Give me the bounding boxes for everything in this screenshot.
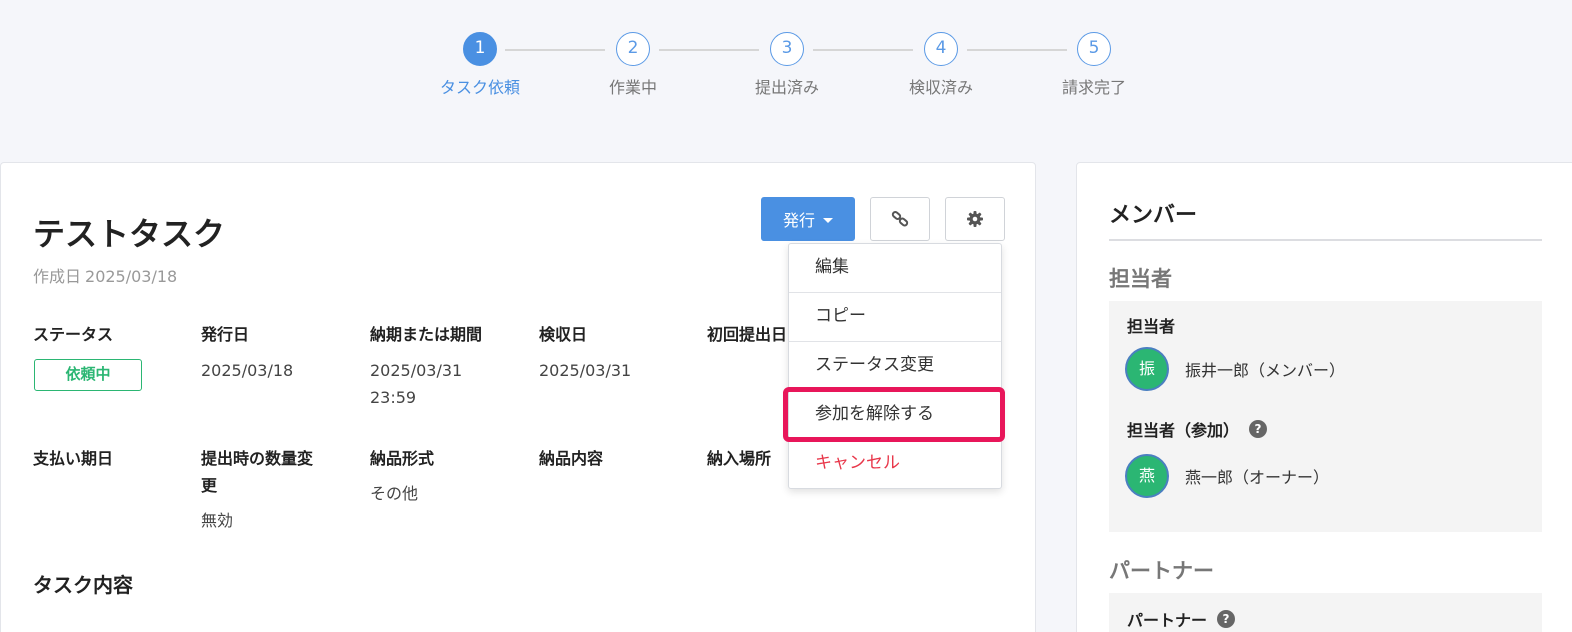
issue-dropdown-menu: 編集 コピー ステータス変更 参加を解除する キャンセル [788, 243, 1002, 489]
assignee-label: 担当者 [1127, 313, 1175, 337]
issued-value: 2025/03/18 [201, 361, 294, 380]
menu-item-cancel[interactable]: キャンセル [789, 440, 1001, 489]
assignee-label-text: 担当者 [1127, 317, 1176, 336]
caret-down-icon [823, 217, 833, 223]
issue-button[interactable]: 発行 [761, 197, 855, 241]
delivery-format-value: その他 [370, 484, 419, 503]
delivery-format-label: 納品形式 [370, 449, 435, 468]
participant-label-text: 担当者（参加） [1127, 421, 1240, 440]
step-label: 請求完了 [1061, 78, 1126, 97]
help-icon[interactable]: ? [1249, 420, 1268, 438]
inspection-value: 2025/03/31 [539, 361, 632, 380]
qty-change-label-line2: 更 [201, 476, 218, 495]
help-icon[interactable]: ? [1217, 610, 1236, 628]
qty-change-label-line1: 提出時の数量変 [201, 449, 314, 468]
payment-label: 支払い期日 [33, 449, 114, 468]
partner-label: パートナー ? [1127, 607, 1236, 631]
menu-item-leave[interactable]: 参加を解除する [789, 391, 1001, 440]
assignee-panel: 担当者 振 振井一郎（メンバー） 担当者（参加） ? 燕 燕一郎（オーナー） [1109, 301, 1542, 532]
menu-item-change-status[interactable]: ステータス変更 [789, 342, 1001, 391]
inspection-label: 検収日 [539, 325, 588, 344]
step-inspected: 4 検収済み [881, 32, 1001, 98]
divider [1109, 239, 1542, 241]
created-label: 作成日 [33, 267, 82, 286]
partner-heading: パートナー [1109, 559, 1214, 583]
menu-item-edit[interactable]: 編集 [789, 244, 1001, 293]
step-number: 1 [463, 32, 497, 66]
member-name: 燕一郎（オーナー） [1185, 468, 1330, 487]
partner-panel: パートナー ? [1109, 593, 1542, 632]
task-content-title: タスク内容 [33, 573, 133, 597]
progress-stepper: 1 タスク依頼 2 作業中 3 提出済み 4 検収済み 5 請求完了 [0, 32, 1572, 112]
deadline-label: 納期または期間 [370, 325, 483, 344]
members-panel: メンバー 担当者 担当者 振 振井一郎（メンバー） 担当者（参加） ? 燕 燕一… [1076, 162, 1572, 632]
avatar: 振 [1125, 347, 1169, 391]
deadline-value: 2025/03/31 23:59 [370, 357, 462, 411]
step-label: 検収済み [908, 78, 973, 97]
participant-label: 担当者（参加） ? [1127, 417, 1268, 441]
delivery-content-label: 納品内容 [539, 449, 604, 468]
qty-change-value: 無効 [201, 511, 234, 530]
issue-button-label: 発行 [782, 213, 815, 230]
step-number: 2 [616, 32, 650, 66]
step-submitted: 3 提出済み [727, 32, 847, 98]
member-name: 振井一郎（メンバー） [1185, 361, 1346, 380]
step-billed: 5 請求完了 [1034, 32, 1154, 98]
deadline-time: 23:59 [370, 388, 417, 407]
qty-change-label: 提出時の数量変 更 [201, 445, 313, 499]
step-label: 提出済み [754, 78, 819, 97]
partner-label-text: パートナー [1127, 611, 1208, 630]
settings-button[interactable] [945, 197, 1005, 241]
issued-label: 発行日 [201, 325, 250, 344]
step-task-request: 1 タスク依頼 [420, 32, 540, 98]
task-title: テストタスク [33, 215, 226, 253]
created-date: 作成日 2025/03/18 [33, 263, 181, 287]
step-label: タスク依頼 [439, 78, 520, 97]
link-icon [891, 211, 909, 227]
deadline-date: 2025/03/31 [370, 361, 463, 380]
step-in-progress: 2 作業中 [573, 32, 693, 98]
step-label: 作業中 [608, 78, 657, 97]
step-number: 4 [924, 32, 958, 66]
status-badge: 依頼中 [34, 359, 142, 391]
gear-icon [967, 211, 983, 227]
menu-item-copy[interactable]: コピー [789, 293, 1001, 342]
created-value: 2025/03/18 [85, 267, 178, 286]
participant-member: 燕 燕一郎（オーナー） [1125, 454, 1329, 498]
delivery-place-label: 納入場所 [707, 449, 772, 468]
step-number: 3 [770, 32, 804, 66]
status-label: ステータス [33, 325, 114, 344]
step-number: 5 [1077, 32, 1111, 66]
link-button[interactable] [870, 197, 930, 241]
assignee-member: 振 振井一郎（メンバー） [1125, 347, 1345, 391]
first-submit-label: 初回提出日 [707, 325, 788, 344]
members-title: メンバー [1109, 203, 1198, 228]
avatar: 燕 [1125, 454, 1169, 498]
assignee-heading: 担当者 [1109, 267, 1172, 291]
